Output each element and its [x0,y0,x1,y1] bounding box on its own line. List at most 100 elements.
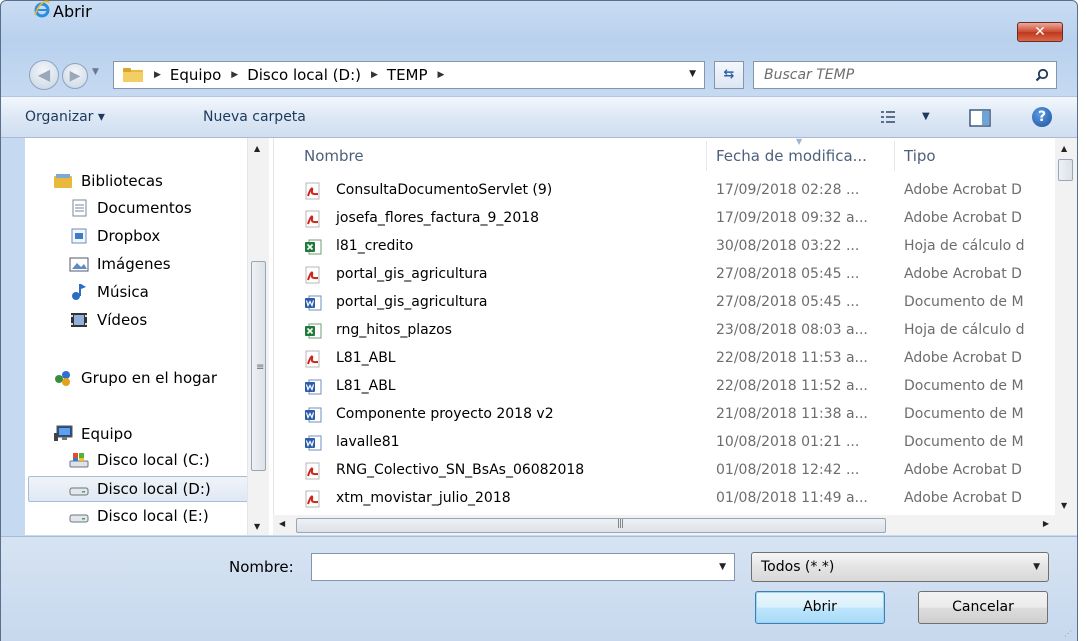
file-row[interactable]: lavalle81 10/08/2018 01:21 ... Documento d… [274,430,1056,457]
nav-item-disco-d[interactable]: Disco local (D:) [28,476,268,502]
help-button[interactable]: ? [1032,107,1052,127]
search-box[interactable] [753,61,1057,89]
breadcrumb-disco-d[interactable]: Disco local (D:) [247,66,361,84]
recent-locations-button[interactable]: ▼ [92,67,106,83]
open-button[interactable]: Abrir [755,591,885,624]
search-input[interactable] [764,66,1014,84]
file-row[interactable]: xtm_movistar_julio_2018 01/08/2018 11:49 … [274,486,1056,513]
file-row[interactable]: rng_hitos_plazos 23/08/2018 08:03 a... Hoj… [274,318,1056,345]
address-bar[interactable]: ▶ Equipo ▶ Disco local (D:) ▶ TEMP ▶ ▼ [113,61,705,89]
file-type: Documento de M [904,294,1024,310]
dropbox-icon [71,228,87,244]
new-folder-button[interactable]: Nueva carpeta [203,109,306,125]
refresh-button[interactable]: ⇆ [714,61,744,89]
nav-item-bibliotecas[interactable]: Bibliotecas [53,172,163,190]
file-type: Adobe Acrobat D [904,266,1022,282]
breadcrumb-temp[interactable]: TEMP [387,66,428,84]
file-name: L81_ABL [336,350,396,366]
nav-item-label: Dropbox [97,227,161,245]
preview-pane-icon[interactable] [969,109,991,127]
file-row[interactable]: portal_gis_agricultura 27/08/2018 05:45 .… [274,262,1056,289]
file-type: Documento de M [904,434,1024,450]
chevron-down-icon[interactable]: ▼ [719,562,726,572]
file-row[interactable]: ConsultaDocumentoServlet (9) 17/09/2018 0… [274,178,1056,205]
resize-grip-icon[interactable]: ⋰ [1064,629,1072,638]
nav-item-grupo-hogar[interactable]: Grupo en el hogar [53,369,217,387]
nav-item-videos[interactable]: Vídeos [69,311,147,329]
file-date: 17/09/2018 02:28 ... [716,182,860,198]
nav-item-label: Disco local (D:) [97,480,211,498]
column-header-name[interactable]: Nombre [304,147,364,165]
scroll-up-icon[interactable]: ▲ [1061,144,1067,153]
file-list-horizontal-scrollbar[interactable]: ◀ ||| ▶ [273,515,1055,535]
breadcrumb-separator-icon[interactable]: ▶ [231,70,238,80]
file-list-vertical-scrollbar[interactable]: ▲ ▼ [1055,138,1077,515]
file-row[interactable]: L81_ABL 22/08/2018 11:52 a... Documento de… [274,374,1056,401]
search-icon[interactable] [1035,68,1049,82]
view-options-icon[interactable] [881,110,895,124]
file-type: Adobe Acrobat D [904,490,1022,506]
scroll-left-icon[interactable]: ◀ [279,519,285,528]
breadcrumb-separator-icon[interactable]: ▶ [438,70,445,80]
documents-icon [72,199,87,217]
nav-item-dropbox[interactable]: Dropbox [69,227,160,245]
pdf-icon [304,350,322,368]
file-date: 27/08/2018 05:45 ... [716,294,860,310]
file-row[interactable]: portal_gis_agricultura 27/08/2018 05:45 .… [274,290,1056,317]
nav-item-label: Bibliotecas [81,172,163,190]
filename-combobox[interactable]: ▼ [311,553,735,581]
file-row[interactable]: RNG_Colectivo_SN_BsAs_06082018 01/08/2018… [274,458,1056,485]
nav-item-musica[interactable]: Música [69,283,149,301]
nav-item-imagenes[interactable]: Imágenes [69,255,171,273]
chevron-down-icon: ▼ [1033,562,1040,572]
file-type: Hoja de cálculo d [904,238,1025,254]
drive-icon [69,487,89,496]
nav-item-disco-c[interactable]: Disco local (C:) [69,451,210,469]
scroll-right-icon[interactable]: ▶ [1043,519,1049,528]
breadcrumb-separator-icon[interactable]: ▶ [154,70,161,80]
breadcrumb-separator-icon[interactable]: ▶ [371,70,378,80]
scroll-down-icon[interactable]: ▼ [254,522,260,531]
file-date: 22/08/2018 11:53 a... [716,350,868,366]
scroll-thumb[interactable]: ||| [296,518,886,533]
file-date: 27/08/2018 05:45 ... [716,266,860,282]
column-divider[interactable] [894,141,895,171]
file-row[interactable]: l81_credito 30/08/2018 03:22 ... Hoja de c… [274,234,1056,261]
file-row[interactable]: josefa_flores_factura_9_2018 17/09/2018 0… [274,206,1056,233]
filename-input[interactable] [316,558,696,576]
internet-explorer-icon [34,0,50,18]
file-date: 30/08/2018 03:22 ... [716,238,860,254]
back-button[interactable]: ◀ [29,60,59,90]
column-header-type[interactable]: Tipo [904,147,936,165]
nav-item-equipo[interactable]: Equipo [53,425,132,443]
column-header-date[interactable]: Fecha de modifica... [716,147,867,165]
view-dropdown-icon[interactable]: ▼ [922,111,930,122]
file-name: L81_ABL [336,378,396,394]
file-type-select[interactable]: Todos (*.*) ▼ [751,552,1049,582]
nav-item-documentos[interactable]: Documentos [69,199,192,217]
breadcrumb-equipo[interactable]: Equipo [170,66,221,84]
forward-button[interactable]: ▶ [62,63,88,89]
scroll-thumb[interactable] [1058,159,1073,181]
nav-item-disco-e[interactable]: Disco local (E:) [69,507,209,525]
file-type: Adobe Acrobat D [904,462,1022,478]
cancel-button[interactable]: Cancelar [918,591,1048,624]
file-row[interactable]: Componente proyecto 2018 v2 21/08/2018 11… [274,402,1056,429]
file-row[interactable]: L81_ABL 22/08/2018 11:53 a... Adobe Acroba… [274,346,1056,373]
open-dialog: Abrir ✕ ◀ ▶ ▼ ▶ Equipo ▶ Disco local (D:… [0,0,1078,641]
file-type: Adobe Acrobat D [904,210,1022,226]
scroll-down-icon[interactable]: ▼ [1061,501,1067,510]
organize-button[interactable]: Organizar ▾ [25,109,105,125]
nav-item-label: Disco local (C:) [97,451,210,469]
scroll-thumb[interactable]: ≡ [251,261,266,471]
navigation-scrollbar[interactable]: ▲ ≡ ▼ [247,138,269,535]
folder-icon [123,68,143,82]
scroll-up-icon[interactable]: ▲ [254,144,260,153]
file-date: 23/08/2018 08:03 a... [716,322,868,338]
close-button[interactable]: ✕ [1017,22,1063,42]
file-date: 22/08/2018 11:52 a... [716,378,868,394]
column-divider[interactable] [706,141,707,171]
nav-item-label: Grupo en el hogar [81,369,217,387]
title-bar[interactable]: Abrir ✕ [1,0,1077,42]
address-dropdown-icon[interactable]: ▼ [689,69,696,79]
